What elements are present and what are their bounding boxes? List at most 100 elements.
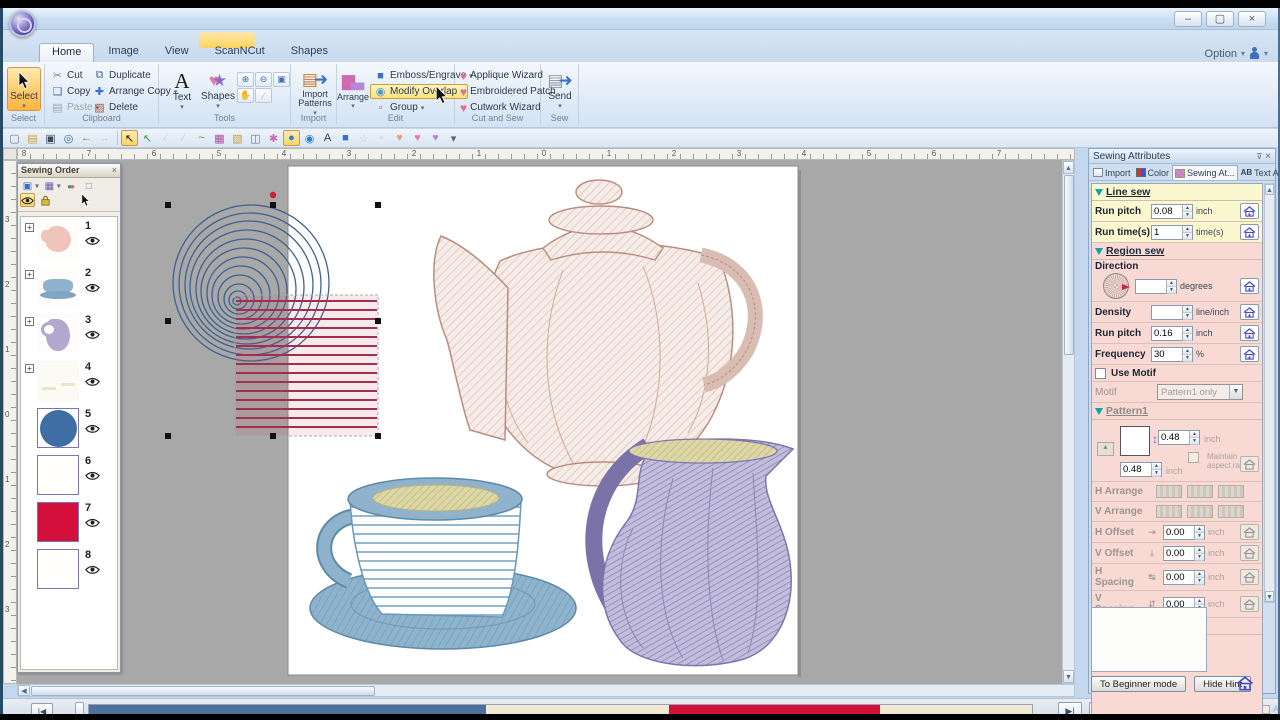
spinner[interactable]: ▲▼ [1182, 205, 1192, 218]
zoom-icon[interactable]: ◎ [60, 130, 77, 146]
open-folder-icon[interactable]: ▤ [24, 130, 41, 146]
curve-tool-icon[interactable]: ~ [193, 130, 210, 146]
pin-icon[interactable]: ⊽ [1257, 152, 1263, 161]
close-icon[interactable]: × [112, 165, 117, 176]
default-house-button[interactable] [1240, 456, 1259, 472]
option-menu[interactable]: Option [1205, 48, 1237, 60]
spinner[interactable]: ▲▼ [1182, 327, 1192, 340]
region-run-pitch-input[interactable] [1152, 327, 1182, 340]
maximize-button[interactable]: ▢ [1206, 11, 1234, 27]
vertical-scrollbar[interactable]: ▲ ▼ [1062, 160, 1075, 684]
select-frame-icon[interactable]: ▫ [373, 130, 390, 146]
frame-icon[interactable]: □ [81, 179, 96, 193]
circle-tool-icon[interactable]: ● [283, 130, 300, 146]
shapes-button[interactable]: ♥★ Shapes ▾ [201, 67, 235, 111]
h-spacing-input[interactable] [1164, 571, 1194, 584]
run-times-input[interactable] [1152, 226, 1182, 239]
sewing-order-item-8[interactable]: 8 [21, 546, 117, 593]
timeline-position-handle[interactable] [75, 702, 84, 714]
maintain-aspect-checkbox[interactable] [1188, 452, 1199, 463]
default-house-button[interactable] [1240, 203, 1259, 219]
h-arrange-option-2[interactable] [1187, 485, 1213, 498]
zoom-in-icon[interactable]: ⊕ [237, 72, 254, 87]
spinner[interactable]: ▲▼ [1166, 280, 1176, 293]
item-thumbnail[interactable] [37, 502, 79, 542]
select-frame-icon[interactable]: ▣ [20, 179, 35, 193]
item-thumbnail[interactable] [37, 549, 79, 589]
wizard-icon[interactable]: ✱ [265, 130, 282, 146]
tab-home[interactable]: Home [39, 43, 94, 62]
default-house-button[interactable] [1240, 304, 1259, 320]
duplicate-button[interactable]: ⧉ Duplicate [89, 68, 155, 83]
page-preview-icon[interactable]: ◫ [247, 130, 264, 146]
go-to-start-button[interactable]: |◀ [31, 703, 53, 714]
default-house-button[interactable] [1240, 325, 1259, 341]
spinner[interactable]: ▲▼ [1194, 547, 1204, 560]
applique-wizard-button[interactable]: ♥ Applique Wizard [456, 68, 547, 83]
pattern1-heading[interactable]: Pattern1 [1092, 403, 1262, 420]
to-beginner-mode-button[interactable]: To Beginner mode [1091, 676, 1186, 692]
star-tool-icon[interactable]: ☆ [355, 130, 372, 146]
spinner[interactable]: ▲▼ [1151, 463, 1161, 476]
expand-icon[interactable]: + [25, 223, 34, 232]
pattern-image-button[interactable] [1097, 442, 1114, 456]
palette-icon[interactable]: ▦ [211, 130, 228, 146]
arrange-button[interactable]: ▆▃ Arrange ▾ [338, 67, 368, 111]
rect-tool-icon[interactable]: ■ [337, 130, 354, 146]
redo-icon[interactable]: → [96, 130, 113, 146]
patch-heart-icon[interactable]: ♥ [409, 130, 426, 146]
tab-text-attributes[interactable]: AB Text Attrib... [1239, 165, 1280, 180]
tab-shapes[interactable]: Shapes [279, 43, 340, 62]
tab-scanncut[interactable]: ScanNCut [203, 43, 277, 62]
scroll-down-icon[interactable]: ▼ [1265, 591, 1274, 602]
scroll-left-icon[interactable]: ◀ [18, 685, 30, 696]
eye-icon[interactable] [85, 282, 100, 293]
spinner[interactable]: ▲▼ [1182, 348, 1192, 361]
minimize-button[interactable]: – [1174, 11, 1202, 27]
pitcher-design[interactable] [594, 439, 793, 666]
spinner[interactable]: ▲▼ [1182, 226, 1192, 239]
horizontal-scrollbar[interactable]: ◀ [17, 684, 1075, 697]
hoop-view-icon[interactable] [1235, 676, 1257, 692]
v-offset-input[interactable] [1164, 547, 1194, 560]
pan-icon[interactable]: ✋ [237, 88, 254, 103]
default-house-button[interactable] [1240, 569, 1259, 585]
lock-icon[interactable] [38, 193, 53, 207]
select-tool-icon[interactable]: ↖ [121, 130, 138, 146]
spinner[interactable]: ▲▼ [1194, 571, 1204, 584]
tab-view[interactable]: View [153, 43, 201, 62]
text-a-icon[interactable]: A [319, 130, 336, 146]
h-arrange-option-1[interactable] [1156, 485, 1182, 498]
shapes-circles-icon[interactable]: ◉ [301, 130, 318, 146]
scroll-up-icon[interactable]: ▲ [1265, 184, 1274, 195]
text-button[interactable]: A Text ▾ [165, 67, 199, 111]
new-document-icon[interactable]: ▢ [6, 130, 23, 146]
eye-icon[interactable] [85, 235, 100, 246]
show-hide-icon[interactable] [20, 193, 35, 207]
eye-icon[interactable] [85, 517, 100, 528]
polyline-tool-icon[interactable]: ∕ [175, 130, 192, 146]
scroll-down-icon[interactable]: ▼ [1063, 670, 1074, 683]
use-motif-checkbox[interactable] [1095, 368, 1106, 379]
direction-input[interactable] [1136, 280, 1166, 293]
cutwork-heart-icon[interactable]: ♥ [427, 130, 444, 146]
cut-button[interactable]: ✂ Cut [47, 68, 87, 83]
v-arrange-option-1[interactable] [1156, 505, 1182, 518]
default-house-button[interactable] [1240, 346, 1259, 362]
item-thumbnail[interactable] [37, 267, 79, 307]
expand-icon[interactable]: + [25, 364, 34, 373]
zoom-out-icon[interactable]: ⊖ [255, 72, 272, 87]
frequency-input[interactable] [1152, 348, 1182, 361]
tab-color[interactable]: Color [1134, 165, 1172, 180]
close-button[interactable]: × [1238, 11, 1266, 27]
zoom-fit-icon[interactable]: ▣ [273, 72, 290, 87]
spinner[interactable]: ▲▼ [1182, 306, 1192, 319]
eye-icon[interactable] [85, 329, 100, 340]
line-tool-icon[interactable]: ∕ [157, 130, 174, 146]
item-thumbnail[interactable] [37, 408, 79, 448]
vertical-scroll-thumb[interactable] [1064, 175, 1074, 355]
sewing-order-item-1[interactable]: +1 [21, 217, 117, 264]
default-house-button[interactable] [1240, 278, 1259, 294]
tab-image[interactable]: Image [96, 43, 151, 62]
select-button[interactable]: Select ▾ [7, 67, 41, 111]
